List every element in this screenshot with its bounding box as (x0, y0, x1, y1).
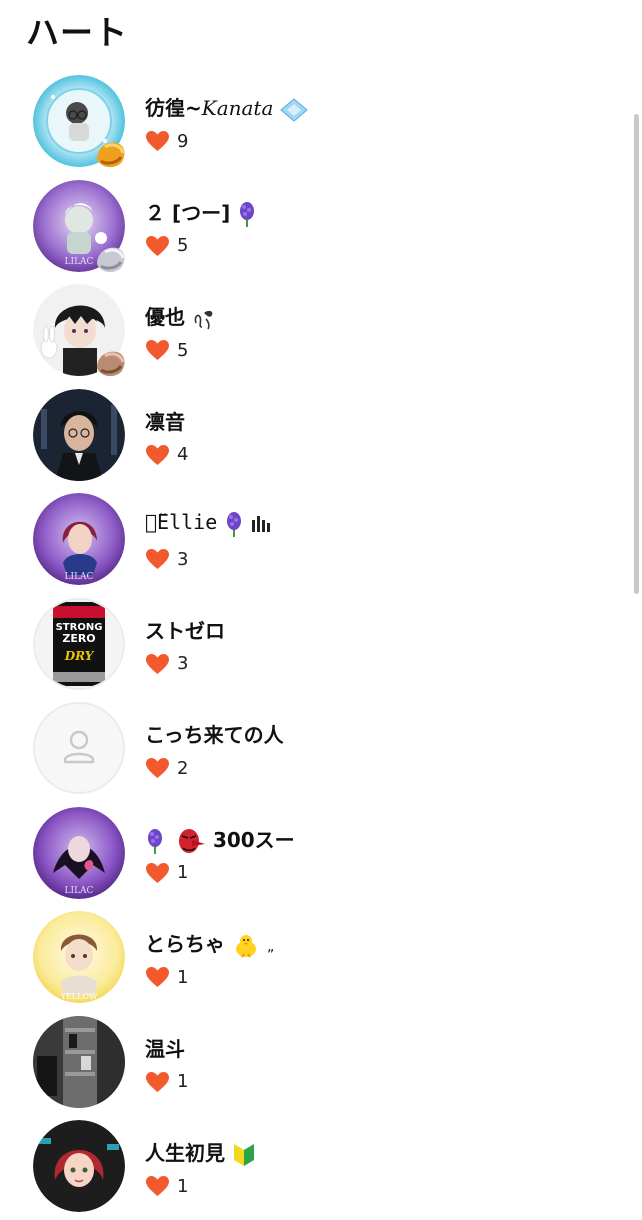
user-name[interactable]: 彷徨~Kanata (145, 92, 309, 122)
svg-text:LILAC: LILAC (65, 572, 94, 582)
bronze-badge-icon (97, 351, 125, 377)
user-name[interactable]: とらちゃ „ (145, 928, 274, 959)
list-item[interactable]: LILAC ꂚ̈Ellie 3 (0, 488, 630, 593)
user-name[interactable]: 凛音 (145, 406, 185, 435)
heart-count: 1 (145, 965, 188, 989)
avatar[interactable] (33, 388, 125, 481)
heart-icon (146, 549, 169, 569)
tengu-mask-icon (178, 829, 205, 853)
user-name[interactable]: 人生初見 (145, 1137, 256, 1168)
heart-count: 3 (145, 652, 188, 676)
svg-text:YELLOW: YELLOW (60, 992, 98, 1001)
avatar[interactable]: LILAC (33, 806, 125, 899)
heart-icon (146, 444, 169, 465)
silver-badge-icon (97, 247, 125, 272)
person-icon (63, 730, 95, 764)
list-item[interactable]: 人生初見 1 (0, 1115, 630, 1220)
can-label-zero: ZERO (62, 632, 95, 645)
user-name[interactable]: 300スー (145, 824, 295, 854)
heart-list: 彷徨~Kanata 9 LILAC ２ [つー] 5 優也 5 凛音 4 LIL… (0, 70, 630, 1220)
heart-icon (146, 758, 169, 778)
user-name[interactable]: 温斗 (145, 1033, 185, 1062)
heart-icon (146, 340, 169, 360)
avatar[interactable] (33, 1015, 125, 1108)
yellow-frame-avatar: YELLOW (33, 911, 125, 1003)
heart-icon (146, 1071, 169, 1092)
scrollbar[interactable] (634, 114, 639, 594)
shelf-photo-avatar (33, 1015, 125, 1108)
heart-count: 4 (145, 443, 188, 467)
heart-icon (146, 131, 169, 151)
avatar[interactable] (33, 702, 125, 794)
user-name[interactable]: ꂚ̈Ellie (145, 510, 273, 537)
list-item[interactable]: 凛音 4 (0, 384, 630, 489)
can-label-dry: DRY (64, 649, 95, 663)
list-item[interactable]: 優也 5 (0, 279, 630, 384)
list-item[interactable]: 彷徨~Kanata 9 (0, 70, 630, 175)
heart-count: 1 (145, 1070, 188, 1094)
chick-icon (235, 934, 256, 957)
beginner-mark-icon (233, 1143, 254, 1166)
heart-icon (146, 1176, 169, 1196)
heart-count: 1 (145, 861, 188, 885)
avatar[interactable]: LILAC (33, 493, 125, 585)
page-title: ハート (26, 13, 128, 52)
list-item[interactable]: 温斗 1 (0, 1011, 630, 1116)
list-item[interactable]: LILAC 300スー 1 (0, 802, 630, 907)
svg-text:LILAC: LILAC (65, 257, 94, 267)
list-item[interactable]: YELLOW とらちゃ „ 1 (0, 906, 630, 1011)
suit-man-avatar (33, 388, 125, 481)
ribbon-kiss-icon (194, 310, 213, 329)
user-name[interactable]: ２ [つー] (145, 197, 257, 227)
avatar[interactable] (33, 284, 125, 377)
svg-text:LILAC: LILAC (65, 886, 94, 896)
heart-icon (146, 653, 169, 674)
blue-diamond-icon (280, 97, 309, 122)
lilac-frame-avatar: LILAC (33, 806, 125, 899)
strong-zero-can-avatar: STRONG ZERO DRY (33, 597, 125, 690)
heart-count: 3 (145, 547, 188, 571)
heart-count: 2 (145, 756, 188, 780)
default-person-avatar (33, 702, 125, 794)
avatar[interactable]: YELLOW (33, 911, 125, 1003)
heart-icon (146, 967, 169, 987)
bars-icon (252, 515, 271, 532)
avatar[interactable] (33, 75, 125, 168)
user-name[interactable]: こっち来ての人 (145, 719, 284, 748)
hyacinth-icon (227, 511, 242, 537)
avatar[interactable]: STRONG ZERO DRY (33, 597, 125, 690)
list-item[interactable]: STRONG ZERO DRY ストゼロ 3 (0, 593, 630, 698)
heart-icon (146, 862, 169, 883)
heart-count: 5 (145, 234, 188, 258)
user-name[interactable]: ストゼロ (145, 615, 225, 644)
heart-icon (146, 235, 169, 256)
avatar[interactable] (33, 1120, 125, 1212)
heart-count: 9 (145, 129, 188, 153)
list-item[interactable]: LILAC ２ [つー] 5 (0, 175, 630, 280)
avatar[interactable]: LILAC (33, 179, 125, 272)
hyacinth-icon (240, 202, 255, 227)
list-item[interactable]: こっち来ての人 2 (0, 697, 630, 802)
heart-count: 1 (145, 1174, 188, 1198)
hyacinth-icon (148, 829, 162, 854)
lilac-frame-avatar: LILAC (33, 493, 125, 585)
red-hair-anime-avatar (33, 1120, 125, 1212)
user-name[interactable]: 優也 (145, 301, 216, 331)
orange-badge-icon (97, 142, 125, 168)
heart-count: 5 (145, 338, 188, 362)
